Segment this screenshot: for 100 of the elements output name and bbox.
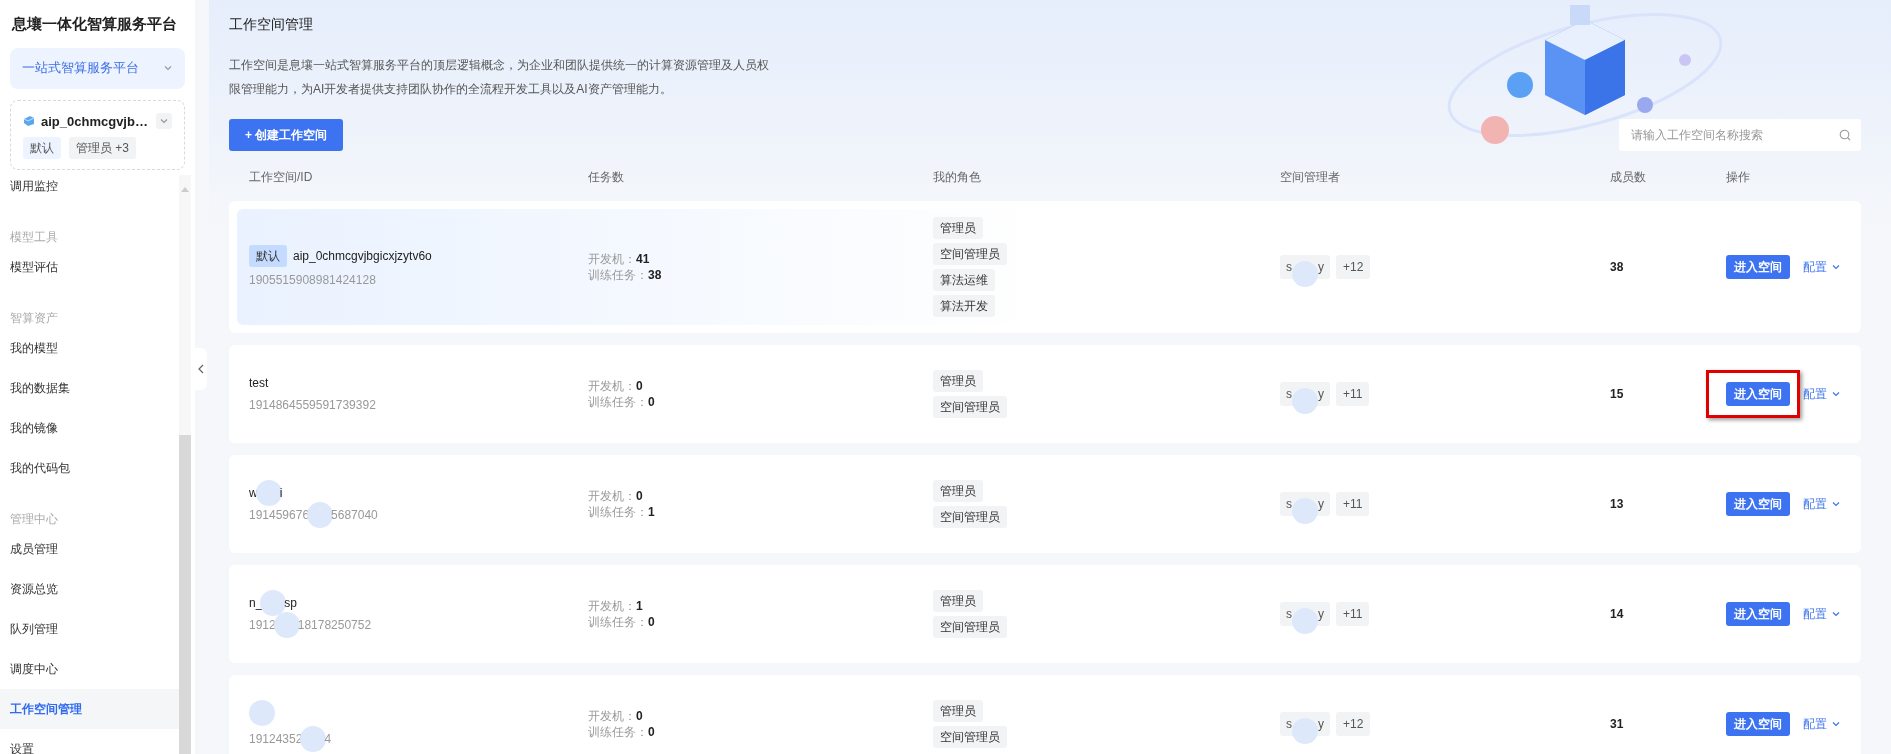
manager-count-tag: +11 bbox=[1336, 602, 1370, 626]
role-tag: 管理员 bbox=[933, 370, 983, 392]
config-link[interactable]: 配置 bbox=[1803, 258, 1841, 276]
task-label: 训练任务： bbox=[588, 395, 648, 409]
column-header: 操作 bbox=[1726, 168, 1751, 186]
enter-space-button[interactable]: 进入空间 bbox=[1726, 492, 1790, 516]
cube-icon bbox=[23, 115, 35, 128]
task-label: 开发机： bbox=[588, 252, 636, 266]
task-count: 38 bbox=[648, 268, 662, 282]
menu-item[interactable]: 我的模型 bbox=[0, 327, 179, 368]
member-count: 15 bbox=[1610, 386, 1625, 403]
column-header: 空间管理者 bbox=[1280, 168, 1341, 186]
chevron-down-icon bbox=[1831, 719, 1841, 729]
menu-item[interactable]: 我的镜像 bbox=[0, 407, 179, 448]
app-title: 息壤一体化智算服务平台 bbox=[10, 14, 178, 34]
collapse-handle[interactable] bbox=[195, 348, 207, 390]
search-icon bbox=[1839, 129, 1851, 141]
workspace-name: i bbox=[279, 485, 283, 502]
role-tag: 空间管理员 bbox=[933, 243, 1007, 265]
platform-select[interactable]: 一站式智算服务平台 bbox=[10, 47, 185, 89]
menu-item[interactable]: 我的数据集 bbox=[0, 367, 179, 408]
menu-item[interactable]: 成员管理 bbox=[0, 528, 179, 569]
scroll-up-icon bbox=[181, 186, 189, 192]
menu-item[interactable]: 工作空间管理 bbox=[0, 688, 179, 729]
task-label: 开发机： bbox=[588, 379, 636, 393]
scrollbar[interactable] bbox=[179, 174, 191, 754]
page-title: 工作空间管理 bbox=[229, 15, 314, 34]
workspace-id: 191459676 bbox=[249, 507, 310, 524]
task-count: 41 bbox=[636, 252, 650, 266]
workspace-tag: 默认 bbox=[23, 137, 61, 159]
chevron-down-icon bbox=[1831, 262, 1841, 272]
task-label: 训练任务： bbox=[588, 268, 648, 282]
role-tag: 空间管理员 bbox=[933, 506, 1007, 528]
redaction-blob bbox=[1292, 608, 1318, 634]
task-count: 1 bbox=[636, 599, 643, 613]
redaction-blob bbox=[1292, 388, 1318, 414]
workspace-id: 4 bbox=[324, 731, 332, 748]
role-tag: 管理员 bbox=[933, 700, 983, 722]
member-count: 31 bbox=[1610, 716, 1625, 733]
menu-item[interactable]: 模型评估 bbox=[0, 246, 179, 287]
task-label: 开发机： bbox=[588, 489, 636, 503]
chevron-down-icon bbox=[1831, 609, 1841, 619]
enter-space-button[interactable]: 进入空间 bbox=[1726, 602, 1790, 626]
role-tag: 管理员 bbox=[933, 480, 983, 502]
manager-count-tag: +12 bbox=[1336, 712, 1371, 736]
redaction-blob bbox=[1292, 718, 1318, 744]
menu-item[interactable]: 调度中心 bbox=[0, 648, 179, 689]
task-label: 训练任务： bbox=[588, 505, 648, 519]
config-link[interactable]: 配置 bbox=[1803, 385, 1841, 403]
workspace-id: 1905515908981424128 bbox=[249, 272, 376, 289]
workspace-name: aip_0chmcgvjbgicxjzytv6o bbox=[293, 248, 432, 265]
role-tag: 管理员 bbox=[933, 590, 983, 612]
member-count: 14 bbox=[1610, 606, 1625, 623]
task-count: 0 bbox=[648, 395, 655, 409]
enter-space-button[interactable]: 进入空间 bbox=[1726, 712, 1790, 736]
menu-item[interactable]: 设置 bbox=[0, 728, 179, 754]
task-label: 训练任务： bbox=[588, 725, 648, 739]
config-link[interactable]: 配置 bbox=[1803, 605, 1841, 623]
workspace-name: sp bbox=[284, 595, 298, 612]
menu-item[interactable]: 我的代码包 bbox=[0, 447, 179, 488]
workspace-id: 1912 bbox=[249, 617, 276, 634]
role-tag: 算法开发 bbox=[933, 295, 995, 317]
column-header: 任务数 bbox=[588, 168, 625, 186]
workspace-name: aip_0chmcgvjb… bbox=[41, 112, 148, 131]
manager-count-tag: +12 bbox=[1336, 255, 1371, 279]
menu-heading: 管理中心 bbox=[9, 510, 59, 528]
config-link[interactable]: 配置 bbox=[1803, 715, 1841, 733]
chevron-down-icon bbox=[1831, 389, 1841, 399]
enter-space-button[interactable]: 进入空间 bbox=[1726, 382, 1790, 406]
workspace-id: 18178250752 bbox=[297, 617, 372, 634]
redaction-blob bbox=[1292, 498, 1318, 524]
workspace-id: 5687040 bbox=[331, 507, 378, 524]
task-count: 0 bbox=[648, 615, 655, 629]
menu-item[interactable]: 队列管理 bbox=[0, 608, 179, 649]
column-header: 工作空间/ID bbox=[249, 168, 314, 186]
redaction-blob bbox=[255, 480, 282, 506]
chevron-down-icon bbox=[163, 63, 173, 73]
menu-heading: 模型工具 bbox=[9, 228, 59, 246]
search-field[interactable]: 请输入工作空间名称搜索 bbox=[1619, 119, 1861, 151]
member-count: 38 bbox=[1610, 259, 1625, 276]
task-count: 0 bbox=[648, 725, 655, 739]
workspace-name: n_ bbox=[249, 595, 263, 612]
role-tag: 空间管理员 bbox=[933, 726, 1007, 748]
menu-item[interactable]: 调用监控 bbox=[0, 174, 179, 206]
chevron-down-icon bbox=[1831, 499, 1841, 509]
menu-item[interactable]: 资源总览 bbox=[0, 568, 179, 609]
task-count: 0 bbox=[636, 489, 643, 503]
redaction-blob bbox=[1292, 261, 1318, 287]
column-header: 我的角色 bbox=[933, 168, 982, 186]
task-count: 1 bbox=[648, 505, 655, 519]
role-tag: 空间管理员 bbox=[933, 396, 1007, 418]
create-workspace-button[interactable]: + 创建工作空间 bbox=[229, 119, 344, 151]
config-link[interactable]: 配置 bbox=[1803, 495, 1841, 513]
role-tag: 算法运维 bbox=[933, 269, 995, 291]
default-tag: 默认 bbox=[249, 245, 287, 267]
task-count: 0 bbox=[636, 379, 643, 393]
task-label: 训练任务： bbox=[588, 615, 648, 629]
workspace-id: 19124352 bbox=[249, 731, 303, 748]
enter-space-button[interactable]: 进入空间 bbox=[1726, 255, 1790, 279]
task-label: 开发机： bbox=[588, 709, 636, 723]
